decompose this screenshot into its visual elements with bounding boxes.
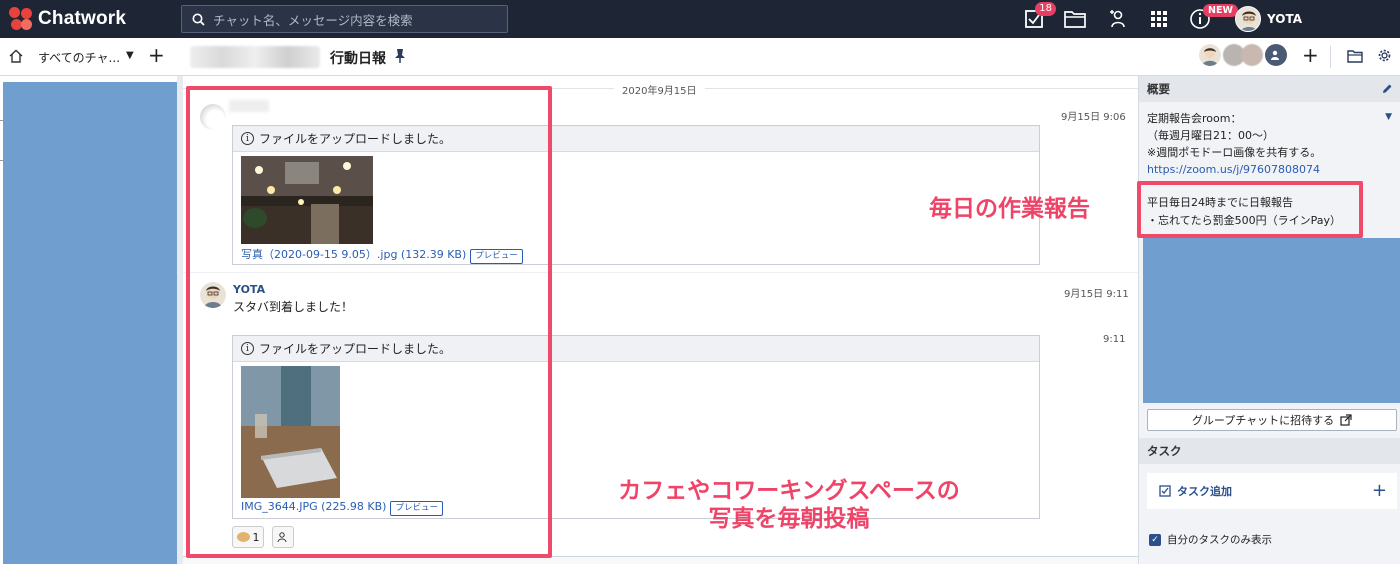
description-line: ※週間ポモドーロ画像を共有する。 [1147, 146, 1322, 159]
member-avatars[interactable] [1199, 44, 1289, 66]
apps-grid-icon[interactable] [1147, 7, 1171, 31]
member-avatar [1241, 44, 1263, 66]
gear-icon[interactable] [1377, 48, 1392, 63]
user-avatar[interactable] [1235, 6, 1261, 32]
pin-icon[interactable] [394, 48, 406, 64]
search-placeholder: チャット名、メッセージ内容を検索 [213, 12, 413, 28]
task-header: タスク [1139, 438, 1400, 464]
message-time: 9:11 [1103, 334, 1126, 345]
member-avatar [1199, 44, 1221, 66]
task-check-icon [1159, 485, 1171, 497]
edit-icon[interactable] [1382, 83, 1393, 94]
zoom-link[interactable]: https://zoom.us/j/97607808074 [1147, 163, 1320, 176]
add-chat-button[interactable]: + [148, 43, 165, 67]
date-label: 2020年9月15日 [614, 82, 705, 97]
annotation-line: 写真を毎朝投稿 [708, 506, 870, 532]
chevron-down-icon[interactable]: ▼ [126, 50, 134, 61]
annotation-text: カフェやコワーキングスペースの 写真を毎朝投稿 [569, 477, 1009, 533]
description-line: （毎週月曜日21：00〜） [1147, 129, 1274, 142]
room-description: 定期報告会room： （毎週月曜日21：00〜） ※週間ポモドーロ画像を共有する… [1147, 110, 1321, 178]
room-header-bar: すべてのチャ... ▼ + 行動日報 + [0, 38, 1400, 76]
annotation-text: 毎日の作業報告 [929, 196, 1090, 222]
folder-icon[interactable] [1347, 50, 1363, 63]
search-icon [192, 13, 205, 26]
task-icon[interactable]: 18 [1022, 2, 1056, 31]
overview-header: 概要 [1139, 76, 1400, 102]
my-tasks-only-checkbox[interactable]: ✓ 自分のタスクのみ表示 [1149, 532, 1272, 547]
message-time: 9月15日 9:11 [1064, 289, 1129, 300]
description-line: 定期報告会room： [1147, 112, 1242, 125]
invite-label: グループチャットに招待する [1191, 414, 1335, 427]
blurred-room-owner [190, 46, 320, 68]
chat-filter-dropdown[interactable]: すべてのチャ... [38, 49, 120, 66]
app-name: Chatwork [38, 8, 127, 29]
message-time: 9月15日 9:06 [1061, 112, 1126, 123]
new-badge: NEW [1203, 4, 1238, 17]
user-name[interactable]: YOTA [1267, 12, 1302, 26]
contacts-icon[interactable] [1106, 7, 1130, 31]
task-title: タスク [1147, 444, 1182, 458]
chat-timeline: 2020年9月15日 9月15日 9:06 i ファイルをアップロードしました。… [183, 76, 1138, 564]
invite-group-button[interactable]: グループチャットに招待する [1147, 409, 1397, 431]
member-list-icon[interactable] [1265, 44, 1287, 66]
folder-icon[interactable] [1063, 7, 1087, 31]
collapse-icon[interactable]: ▼ [1385, 112, 1392, 122]
highlight-box [186, 86, 552, 558]
add-task-button[interactable]: タスク追加 + [1147, 473, 1397, 509]
external-link-icon [1340, 414, 1352, 426]
plus-icon[interactable]: + [1372, 480, 1387, 501]
task-filter-label: 自分のタスクのみ表示 [1167, 534, 1272, 546]
top-nav-bar: Chatwork チャット名、メッセージ内容を検索 18 NEW YOTA [0, 0, 1400, 38]
divider [1139, 464, 1400, 465]
search-input[interactable]: チャット名、メッセージ内容を検索 [181, 5, 508, 33]
home-icon[interactable] [9, 49, 23, 63]
task-count-badge: 18 [1035, 2, 1056, 16]
highlight-box [1137, 181, 1363, 238]
add-task-label: タスク追加 [1177, 485, 1232, 498]
chatwork-logo[interactable]: Chatwork [8, 6, 126, 32]
checkbox-checked-icon[interactable]: ✓ [1149, 533, 1161, 546]
divider [1330, 46, 1331, 68]
room-title: 行動日報 [330, 51, 386, 67]
blurred-description [1143, 238, 1400, 403]
chatwork-logo-icon [8, 6, 34, 32]
add-member-button[interactable]: + [1302, 43, 1319, 67]
annotation-line: カフェやコワーキングスペースの [618, 478, 960, 504]
overview-title: 概要 [1147, 82, 1170, 96]
blurred-room-list [3, 82, 180, 564]
room-info-panel: 概要 ▼ 定期報告会room： （毎週月曜日21：00〜） ※週間ポモドーロ画像… [1138, 76, 1400, 564]
